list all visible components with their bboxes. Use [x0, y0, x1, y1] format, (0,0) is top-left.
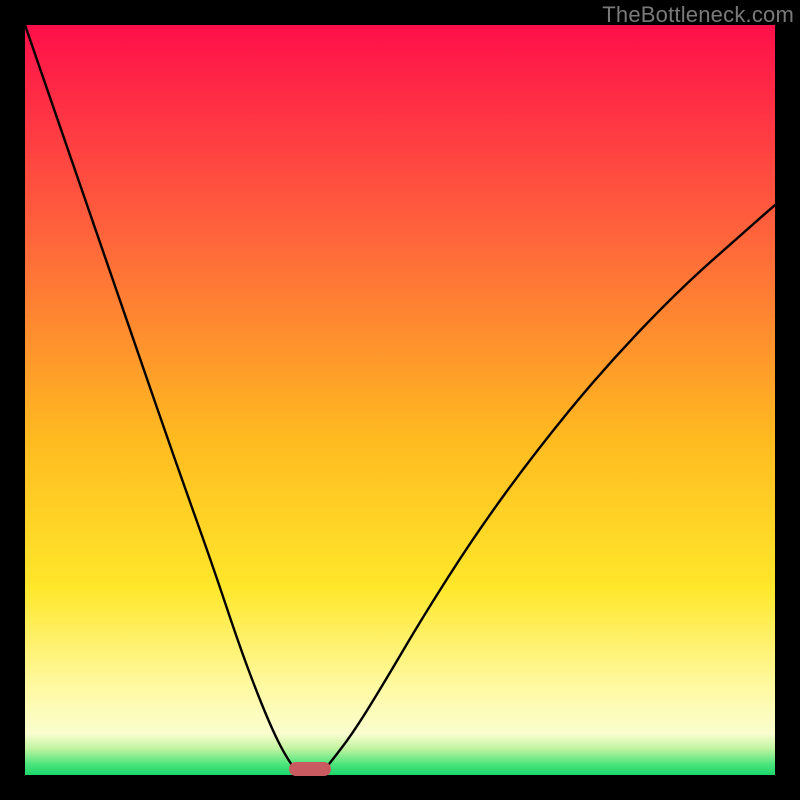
- valley-marker: [289, 762, 331, 776]
- watermark-text: TheBottleneck.com: [602, 2, 794, 28]
- plot-background: [25, 25, 775, 775]
